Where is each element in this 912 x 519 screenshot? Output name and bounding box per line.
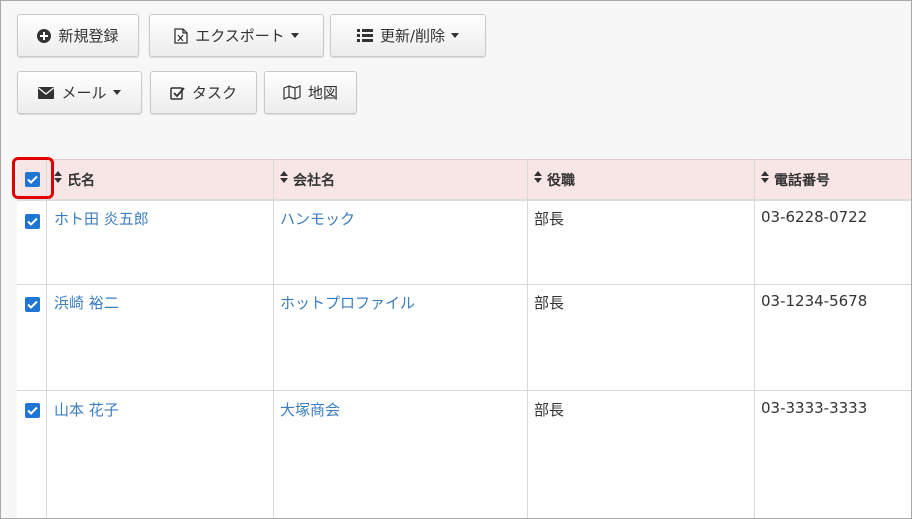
contacts-table: 氏名 会社名 役職 電話番号 ホト田 炎五郎 ハンモック 部長 03-6228-… [17, 159, 911, 518]
column-header-company[interactable]: 会社名 [280, 159, 335, 201]
column-header-label: 役職 [547, 173, 575, 189]
column-header-phone[interactable]: 電話番号 [761, 159, 830, 201]
export-button[interactable]: エクスポート [149, 14, 324, 57]
row-checkbox[interactable] [25, 403, 40, 418]
update-delete-label: 更新/削除 [379, 27, 446, 45]
column-header-label: 氏名 [67, 173, 95, 189]
column-header-label: 電話番号 [774, 173, 830, 189]
new-register-button[interactable]: 新規登録 [17, 14, 139, 57]
company-link[interactable]: ホットプロファイル [280, 292, 415, 313]
row-checkbox[interactable] [25, 214, 40, 229]
column-header-name[interactable]: 氏名 [54, 159, 95, 201]
excel-file-icon [174, 27, 188, 44]
chevron-down-icon [112, 90, 121, 95]
update-delete-button[interactable]: 更新/削除 [330, 14, 486, 57]
mail-label: メール [61, 84, 107, 102]
new-register-label: 新規登録 [58, 27, 119, 45]
sort-icon [54, 171, 62, 187]
plus-circle-icon [37, 28, 52, 43]
select-all-highlight [12, 157, 54, 199]
column-header-title[interactable]: 役職 [534, 159, 575, 201]
phone-number: 03-6228-0722 [761, 208, 868, 226]
mail-button[interactable]: メール [17, 71, 142, 114]
job-title: 部長 [534, 210, 565, 228]
contact-name-link[interactable]: ホト田 炎五郎 [54, 208, 149, 229]
list-icon [356, 29, 373, 42]
map-label: 地図 [307, 84, 338, 102]
sort-icon [534, 171, 542, 187]
company-link[interactable]: 大塚商会 [280, 399, 340, 420]
row-checkbox[interactable] [25, 297, 40, 312]
envelope-icon [38, 86, 55, 99]
job-title: 部長 [534, 294, 565, 312]
contact-name-link[interactable]: 山本 花子 [54, 399, 119, 420]
phone-number: 03-3333-3333 [761, 399, 868, 417]
task-button[interactable]: タスク [150, 71, 257, 114]
map-button[interactable]: 地図 [264, 71, 357, 114]
phone-number: 03-1234-5678 [761, 292, 868, 310]
job-title: 部長 [534, 401, 565, 419]
export-label: エクスポート [195, 27, 285, 45]
map-icon [283, 85, 301, 100]
main-panel: 新規登録 エクスポート 更新/削除 メール タスク 地図 氏名 会社名 役職 電… [0, 0, 912, 519]
checkbox-icon [170, 86, 185, 100]
column-header-label: 会社名 [293, 173, 335, 189]
chevron-down-icon [451, 33, 460, 38]
sort-icon [761, 171, 769, 187]
task-label: タスク [191, 84, 237, 102]
company-link[interactable]: ハンモック [280, 208, 355, 229]
sort-icon [280, 171, 288, 187]
contact-name-link[interactable]: 浜崎 裕二 [54, 292, 119, 313]
chevron-down-icon [290, 33, 299, 38]
